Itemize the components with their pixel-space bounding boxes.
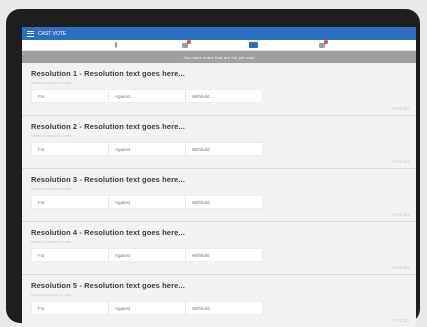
vote-withhold-option[interactable]: Withhold [186, 196, 262, 208]
vote-options: For Against Withhold [31, 142, 263, 156]
vote-options: For Against Withhold [31, 195, 263, 209]
tab-bar [22, 40, 416, 51]
vote-for-option[interactable]: For [32, 302, 109, 314]
vote-against-option[interactable]: Against [109, 196, 186, 208]
resolution-title: Resolution 2 - Resolution text goes here… [31, 122, 185, 131]
cancel-button[interactable]: CANCEL [392, 159, 410, 164]
resolution-subtitle: Select a choice to vote [31, 186, 72, 191]
vote-against-option[interactable]: Against [109, 249, 186, 261]
vote-withhold-option[interactable]: Withhold [186, 249, 262, 261]
vote-options: For Against Withhold [31, 89, 263, 103]
cancel-button[interactable]: CANCEL [392, 265, 410, 270]
resolution-item: Resolution 3 - Resolution text goes here… [22, 169, 416, 222]
notification-badge [323, 40, 328, 44]
resolution-item: Resolution 1 - Resolution text goes here… [22, 63, 416, 116]
vote-for-option[interactable]: For [32, 90, 109, 102]
resolution-subtitle: Select a choice to vote [31, 292, 72, 297]
notification-badge [186, 40, 191, 44]
vote-against-option[interactable]: Against [109, 90, 186, 102]
vote-icon [248, 42, 258, 48]
vote-withhold-option[interactable]: Withhold [186, 90, 262, 102]
tab-3[interactable] [248, 41, 258, 49]
app-title: CAST VOTE [38, 30, 67, 37]
resolution-item: Resolution 5 - Resolution text goes here… [22, 275, 416, 327]
cancel-button[interactable]: CANCEL [392, 106, 410, 111]
resolution-title: Resolution 4 - Resolution text goes here… [31, 228, 185, 237]
vote-withhold-option[interactable]: Withhold [186, 302, 262, 314]
resolution-subtitle: Select a choice to vote [31, 239, 72, 244]
resolution-item: Resolution 4 - Resolution text goes here… [22, 222, 416, 275]
vote-for-option[interactable]: For [32, 249, 109, 261]
resolution-title: Resolution 3 - Resolution text goes here… [31, 175, 185, 184]
resolution-subtitle: Select a choice to vote [31, 133, 72, 138]
vote-options: For Against Withhold [31, 301, 263, 315]
tab-4[interactable] [317, 40, 328, 49]
hamburger-menu-icon[interactable] [27, 30, 34, 37]
resolution-subtitle: Select a choice to vote [31, 80, 72, 85]
app-bar: CAST VOTE [22, 27, 416, 40]
vote-options: For Against Withhold [31, 248, 263, 262]
status-banner: You have votes that are not yet cast [22, 51, 416, 63]
app-screen: CAST VOTE You have votes that are not ye… [22, 27, 416, 327]
cancel-button[interactable]: CANCEL [392, 212, 410, 217]
resolution-item: Resolution 2 - Resolution text goes here… [22, 116, 416, 169]
tab-1[interactable] [111, 41, 121, 49]
vote-withhold-option[interactable]: Withhold [186, 143, 262, 155]
cancel-button[interactable]: CANCEL [392, 318, 410, 323]
vote-for-option[interactable]: For [32, 196, 109, 208]
tablet-frame: CAST VOTE You have votes that are not ye… [6, 9, 420, 327]
vote-against-option[interactable]: Against [109, 302, 186, 314]
bar-icon [115, 42, 118, 48]
resolution-title: Resolution 5 - Resolution text goes here… [31, 281, 185, 290]
tab-2[interactable] [180, 40, 191, 49]
vote-for-option[interactable]: For [32, 143, 109, 155]
resolution-title: Resolution 1 - Resolution text goes here… [31, 69, 185, 78]
vote-against-option[interactable]: Against [109, 143, 186, 155]
